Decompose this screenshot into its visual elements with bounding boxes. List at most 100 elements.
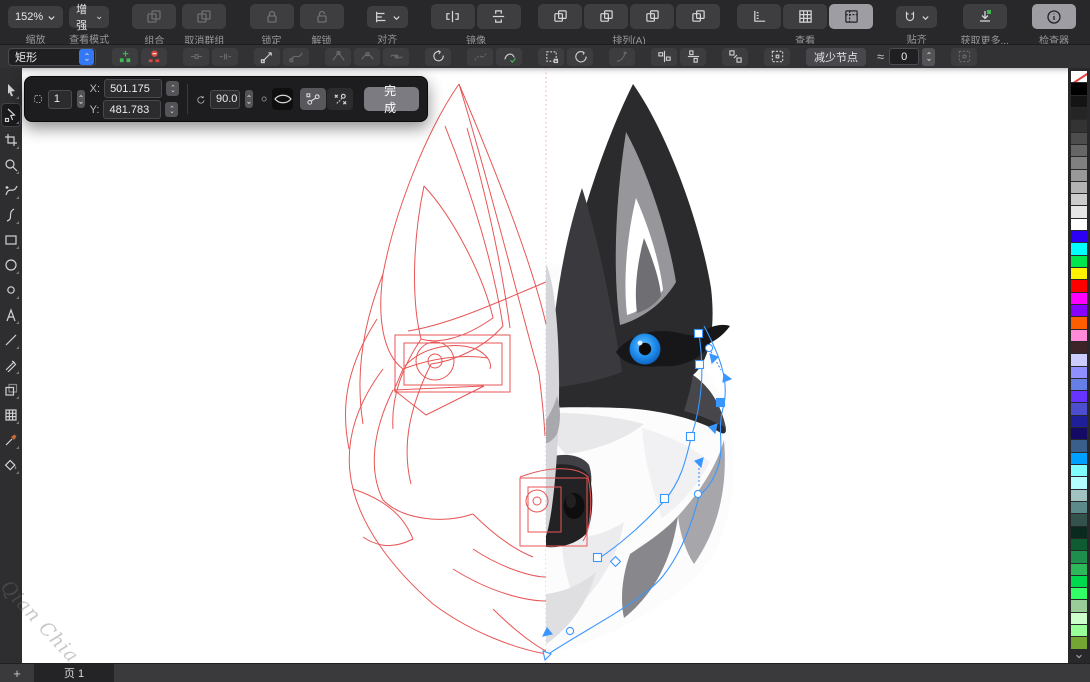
palette-swatch-36[interactable] — [1071, 514, 1087, 525]
pick-tool[interactable] — [1, 78, 21, 102]
view-mode-dropdown[interactable]: 增强 — [69, 6, 109, 28]
extend-curve-button[interactable] — [467, 48, 493, 66]
eyedropper-tool[interactable] — [1, 428, 21, 452]
mirror-vertical-button[interactable] — [477, 4, 521, 29]
reduce-nodes-button[interactable]: 减少节点 — [806, 48, 866, 66]
close-curve-button[interactable] — [496, 48, 522, 66]
palette-swatch-7[interactable] — [1071, 157, 1087, 168]
y-stepper[interactable] — [165, 102, 178, 117]
palette-swatch-33[interactable] — [1071, 477, 1087, 488]
to-front-button[interactable] — [538, 4, 582, 29]
palette-swatch-41[interactable] — [1071, 576, 1087, 587]
palette-swatch-3[interactable] — [1071, 108, 1087, 119]
objects-count-stepper[interactable] — [77, 90, 85, 108]
delete-node-button[interactable] — [141, 48, 167, 66]
done-button[interactable]: 完成 — [364, 87, 419, 111]
rectangle-tool[interactable] — [1, 228, 21, 252]
objects-count-input[interactable]: 1 — [48, 90, 72, 109]
palette-swatch-1[interactable] — [1071, 83, 1087, 94]
palette-swatch-none[interactable] — [1071, 71, 1087, 82]
page-tab[interactable]: 页 1 — [34, 664, 114, 682]
palette-swatch-26[interactable] — [1071, 391, 1087, 402]
palette-swatch-46[interactable] — [1071, 637, 1087, 648]
shape-tool[interactable] — [1, 103, 21, 127]
mesh-fill-tool[interactable] — [1, 403, 21, 427]
edit-node-selected[interactable] — [717, 399, 725, 407]
inspector-button[interactable] — [1032, 4, 1076, 29]
curve-smoothness-stepper[interactable] — [922, 48, 935, 66]
palette-swatch-19[interactable] — [1071, 305, 1087, 316]
text-tool[interactable] — [1, 303, 21, 327]
palette-swatch-22[interactable] — [1071, 342, 1087, 353]
rotation-stepper[interactable] — [245, 90, 253, 108]
anchor-point-icon[interactable] — [261, 94, 267, 104]
line-tool[interactable] — [1, 328, 21, 352]
to-back-button[interactable] — [676, 4, 720, 29]
palette-swatch-8[interactable] — [1071, 170, 1087, 181]
break-nodes-button[interactable] — [212, 48, 238, 66]
palette-swatch-40[interactable] — [1071, 564, 1087, 575]
select-all-nodes-button[interactable] — [764, 48, 790, 66]
palette-swatch-9[interactable] — [1071, 182, 1087, 193]
palette-swatch-12[interactable] — [1071, 219, 1087, 230]
convert-to-line-button[interactable] — [254, 48, 280, 66]
palette-swatch-6[interactable] — [1071, 145, 1087, 156]
join-nodes-button[interactable] — [183, 48, 209, 66]
palette-swatch-25[interactable] — [1071, 379, 1087, 390]
palette-swatch-11[interactable] — [1071, 206, 1087, 217]
smooth-node-button[interactable] — [354, 48, 380, 66]
preview-shape-toggle[interactable] — [272, 88, 293, 110]
palette-swatch-43[interactable] — [1071, 600, 1087, 611]
palette-swatch-35[interactable] — [1071, 502, 1087, 513]
align-dropdown-button[interactable] — [367, 6, 408, 28]
palette-swatch-27[interactable] — [1071, 403, 1087, 414]
drawing-canvas[interactable]: 1 X: 501.175 Y: 481.783 — [22, 68, 1068, 663]
palette-swatch-2[interactable] — [1071, 96, 1087, 107]
node-type-select[interactable]: 矩形 — [8, 48, 96, 66]
lock-button[interactable] — [250, 4, 294, 29]
group-button[interactable] — [132, 4, 176, 29]
palette-swatch-45[interactable] — [1071, 625, 1087, 636]
palette-swatch-42[interactable] — [1071, 588, 1087, 599]
polygon-tool[interactable] — [1, 278, 21, 302]
elastic-mode-button[interactable] — [609, 48, 635, 66]
palette-swatch-32[interactable] — [1071, 465, 1087, 476]
zoom-level-dropdown[interactable]: 152% — [8, 6, 63, 28]
convert-to-curve-button[interactable] — [283, 48, 309, 66]
palette-swatch-30[interactable] — [1071, 440, 1087, 451]
back-one-button[interactable] — [630, 4, 674, 29]
palette-swatch-18[interactable] — [1071, 293, 1087, 304]
palette-swatch-38[interactable] — [1071, 539, 1087, 550]
palette-swatch-37[interactable] — [1071, 527, 1087, 538]
palette-swatch-5[interactable] — [1071, 133, 1087, 144]
ellipse-tool[interactable] — [1, 253, 21, 277]
palette-swatch-15[interactable] — [1071, 256, 1087, 267]
show-handles-toggle[interactable] — [300, 88, 326, 110]
palette-swatch-13[interactable] — [1071, 231, 1087, 242]
palette-swatch-10[interactable] — [1071, 194, 1087, 205]
forward-one-button[interactable] — [584, 4, 628, 29]
fill-tool[interactable] — [1, 453, 21, 477]
palette-swatch-44[interactable] — [1071, 613, 1087, 624]
align-nodes-h-button[interactable] — [651, 48, 677, 66]
freehand-curve-tool[interactable] — [1, 178, 21, 202]
palette-swatch-17[interactable] — [1071, 280, 1087, 291]
ungroup-button[interactable] — [182, 4, 226, 29]
align-nodes-v-button[interactable] — [680, 48, 706, 66]
zoom-tool[interactable] — [1, 153, 21, 177]
grid-toggle-button[interactable] — [783, 4, 827, 29]
x-input[interactable]: 501.175 — [104, 79, 162, 98]
palette-swatch-14[interactable] — [1071, 243, 1087, 254]
palette-swatch-20[interactable] — [1071, 317, 1087, 328]
palette-swatch-4[interactable] — [1071, 120, 1087, 131]
palette-swatch-24[interactable] — [1071, 367, 1087, 378]
palette-swatch-23[interactable] — [1071, 354, 1087, 365]
stretch-nodes-button[interactable] — [538, 48, 564, 66]
curve-smoothness-input[interactable]: 0 — [889, 48, 919, 65]
palette-swatch-29[interactable] — [1071, 428, 1087, 439]
snap-dropdown-button[interactable] — [896, 6, 937, 28]
rotate-nodes-button[interactable] — [567, 48, 593, 66]
add-node-button[interactable] — [112, 48, 138, 66]
palette-swatch-16[interactable] — [1071, 268, 1087, 279]
guidelines-toggle-button[interactable] — [829, 4, 873, 29]
